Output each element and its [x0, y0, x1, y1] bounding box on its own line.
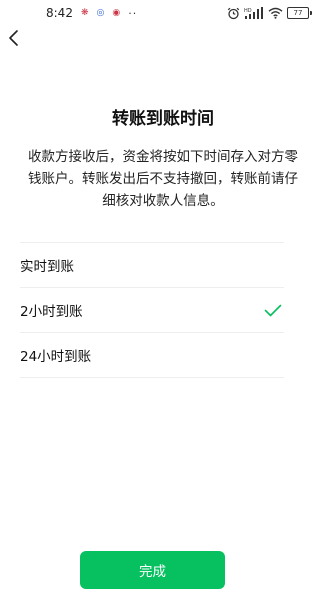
option-list: 实时到账 2小时到账 24小时到账 — [20, 242, 284, 378]
status-bar: 8:42 ❋ ◎ ◉ ·· HD 77 — [0, 0, 326, 26]
battery-cap — [310, 11, 312, 15]
option-24-hours[interactable]: 24小时到账 — [20, 333, 284, 378]
back-button[interactable] — [2, 28, 26, 52]
notification-app-icon: ❋ — [80, 8, 89, 18]
cellular-signal-icon: HD — [244, 6, 264, 20]
done-button[interactable]: 完成 — [80, 551, 225, 589]
notification-app-icon: ◎ — [96, 8, 105, 18]
chevron-left-icon — [8, 29, 20, 51]
check-icon — [264, 304, 282, 317]
option-label: 实时到账 — [20, 259, 74, 275]
option-label: 24小时到账 — [20, 349, 92, 365]
battery-level: 77 — [287, 7, 309, 19]
battery-icon: 77 — [287, 7, 312, 19]
status-right: HD 77 — [227, 6, 312, 20]
page-description: 收款方接收后，资金将按如下时间存入对方零钱账户。转账发出后不支持撤回，转账前请仔… — [28, 149, 298, 209]
alarm-icon — [227, 6, 240, 20]
option-label: 2小时到账 — [20, 304, 83, 320]
status-left: 8:42 ❋ ◎ ◉ ·· — [46, 6, 137, 20]
notification-more-icon: ·· — [128, 6, 138, 20]
option-2-hours[interactable]: 2小时到账 — [20, 288, 284, 333]
wifi-icon — [268, 6, 283, 20]
status-time: 8:42 — [46, 6, 73, 20]
network-type-label: HD — [244, 8, 252, 14]
page-title: 转账到账时间 — [112, 109, 214, 129]
option-realtime[interactable]: 实时到账 — [20, 243, 284, 288]
notification-app-icon: ◉ — [112, 8, 121, 18]
